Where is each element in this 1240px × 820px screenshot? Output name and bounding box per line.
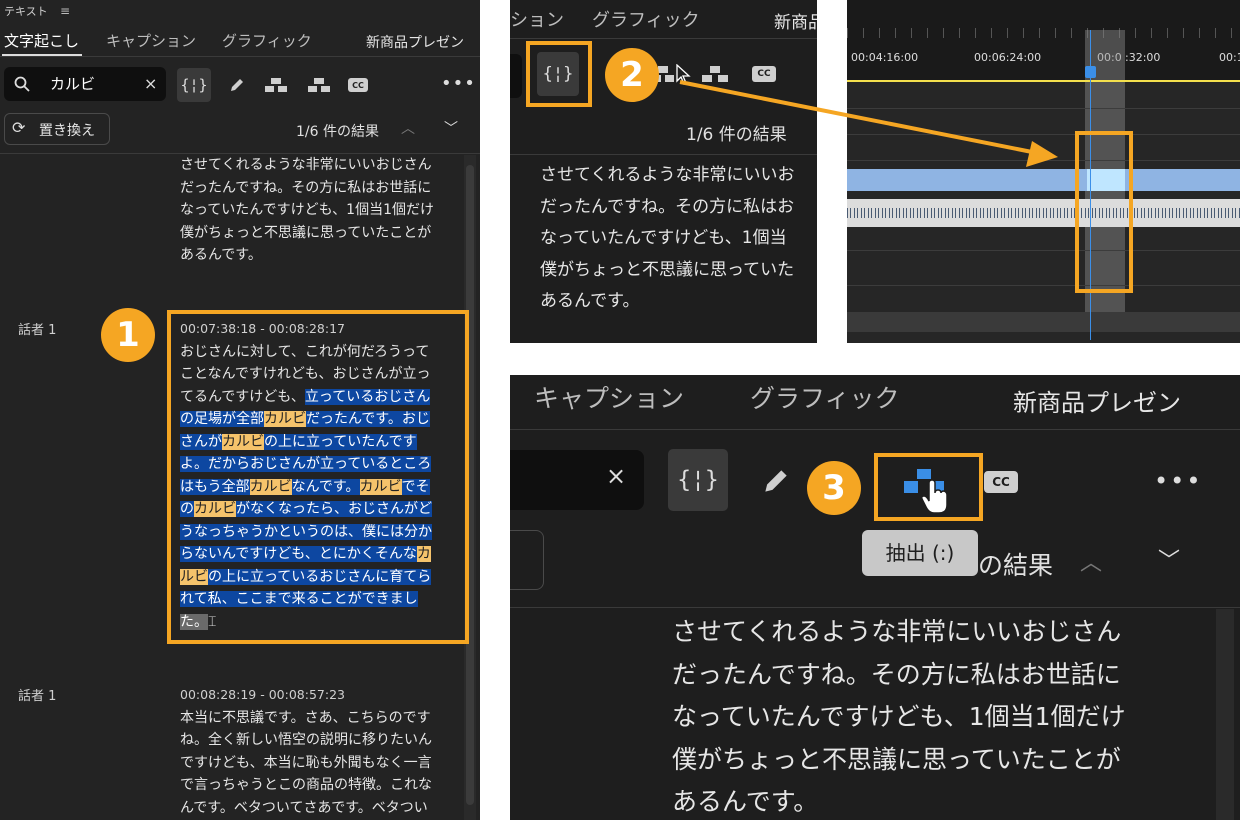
transcript-area-border	[510, 607, 1240, 608]
transcript-line[interactable]: あるんです。	[672, 781, 1126, 820]
transcript-block: させてくれるような非常にいいおじさん だったんですね。その方に私はお世話に なっ…	[672, 611, 1126, 820]
sequence-name: 新商品プレゼン	[1013, 389, 1181, 417]
captions-cc-icon[interactable]: CC	[984, 471, 1018, 493]
search-field-partial[interactable]: ×	[510, 450, 644, 510]
next-result-icon[interactable]: ﹀	[1158, 543, 1180, 575]
scrollbar[interactable]	[1216, 609, 1234, 820]
transcript-line[interactable]: なっていたんですけども、1個当1個だけ	[672, 696, 1126, 739]
tab-graphics[interactable]: グラフィック	[750, 379, 900, 415]
pencil-icon[interactable]	[760, 465, 792, 497]
tooltip: 抽出 (:)	[862, 530, 978, 576]
callout-highlight-3	[874, 453, 983, 521]
clear-search-icon[interactable]: ×	[606, 462, 626, 490]
transcript-line[interactable]: 僕がちょっと不思議に思っていたことが	[672, 739, 1126, 782]
previous-result-icon[interactable]: ︿	[1080, 545, 1102, 577]
extract-braces-button[interactable]: {¦}	[668, 449, 728, 511]
tab-captions[interactable]: キャプション	[534, 379, 684, 415]
more-options-icon[interactable]: •••	[1154, 467, 1202, 495]
transcript-line[interactable]: だったんですね。その方に私はお世話に	[672, 654, 1126, 697]
replace-button-partial[interactable]	[510, 530, 544, 590]
transcript-line[interactable]: させてくれるような非常にいいおじさん	[672, 611, 1126, 654]
result-count-partial: の結果	[978, 551, 1054, 580]
tab-divider	[510, 429, 1240, 430]
step-badge-3: 3	[807, 461, 861, 515]
zoom-panel-tooltip: キャプション グラフィック 新商品プレゼン × {¦} CC ••• の結果 抽…	[510, 375, 1240, 820]
